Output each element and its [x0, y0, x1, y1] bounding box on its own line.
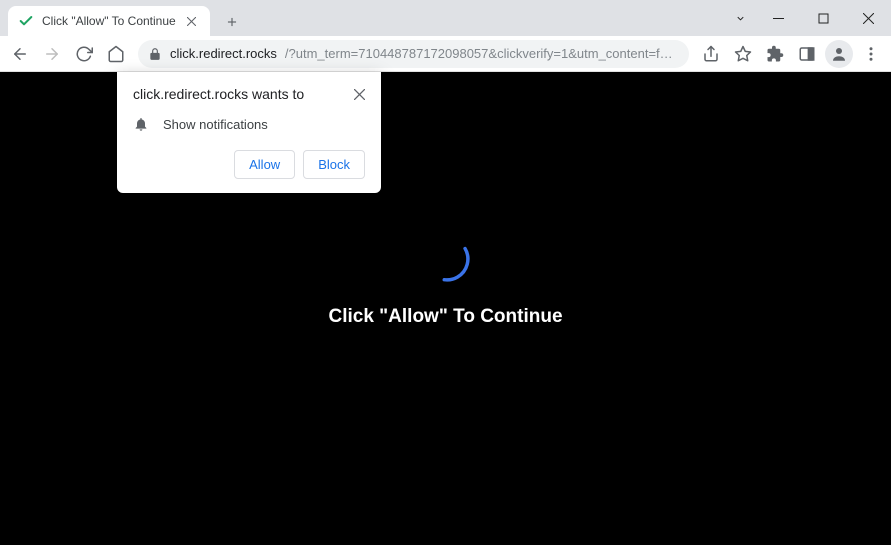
allow-button[interactable]: Allow — [234, 150, 295, 179]
maximize-button[interactable] — [801, 3, 846, 33]
url-host: click.redirect.rocks — [170, 46, 277, 61]
tab-title: Click "Allow" To Continue — [42, 14, 176, 28]
url-path: /?utm_term=710448787172098057&clickverif… — [285, 46, 679, 61]
address-bar[interactable]: click.redirect.rocks /?utm_term=710448787… — [138, 40, 689, 68]
side-panel-button[interactable] — [793, 40, 821, 68]
window-controls — [724, 0, 891, 36]
close-prompt-button[interactable] — [349, 84, 369, 104]
close-tab-button[interactable] — [184, 13, 200, 29]
permission-label: Show notifications — [163, 117, 268, 132]
browser-toolbar: click.redirect.rocks /?utm_term=710448787… — [0, 36, 891, 72]
new-tab-button[interactable] — [218, 8, 246, 36]
lock-icon — [148, 47, 162, 61]
bookmark-button[interactable] — [729, 40, 757, 68]
close-window-button[interactable] — [846, 3, 891, 33]
block-button[interactable]: Block — [303, 150, 365, 179]
back-button[interactable] — [6, 40, 34, 68]
reload-button[interactable] — [70, 40, 98, 68]
extensions-button[interactable] — [761, 40, 789, 68]
share-button[interactable] — [697, 40, 725, 68]
notification-permission-prompt: click.redirect.rocks wants to Show notif… — [117, 72, 381, 193]
page-content: Click "Allow" To Continue click.redirect… — [0, 72, 891, 545]
tab-search-button[interactable] — [724, 3, 756, 33]
page-headline: Click "Allow" To Continue — [328, 306, 562, 328]
profile-button[interactable] — [825, 40, 853, 68]
bell-icon — [133, 116, 149, 132]
minimize-button[interactable] — [756, 3, 801, 33]
home-button[interactable] — [102, 40, 130, 68]
menu-button[interactable] — [857, 40, 885, 68]
prompt-origin-text: click.redirect.rocks wants to — [133, 86, 304, 102]
favicon-check-icon — [18, 13, 34, 29]
loading-spinner-icon — [418, 230, 474, 286]
browser-tab[interactable]: Click "Allow" To Continue — [8, 6, 210, 36]
forward-button[interactable] — [38, 40, 66, 68]
